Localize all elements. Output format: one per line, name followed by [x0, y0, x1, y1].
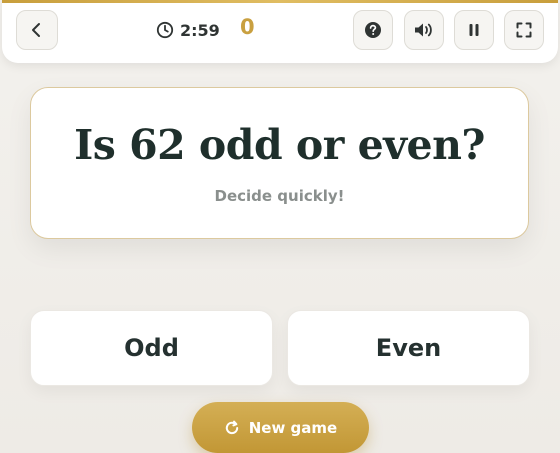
clock-icon: [156, 21, 174, 39]
expand-icon: [516, 22, 532, 38]
sound-button[interactable]: [404, 10, 444, 50]
back-button[interactable]: [16, 10, 58, 50]
odd-button[interactable]: Odd: [30, 310, 273, 386]
pause-button[interactable]: [454, 10, 494, 50]
question-hint: Decide quickly!: [214, 187, 345, 205]
top-bar: 2:59 0: [2, 0, 558, 63]
pause-icon: [469, 24, 479, 36]
score-value: 0: [240, 15, 255, 39]
question-circle-icon: [365, 22, 381, 38]
speaker-icon: [415, 23, 432, 37]
question-card: Is 62 odd or even? Decide quickly!: [30, 87, 529, 239]
new-game-button[interactable]: New game: [192, 402, 369, 453]
new-game-label: New game: [248, 418, 338, 437]
refresh-icon: [225, 420, 238, 434]
question-text: Is 62 odd or even?: [74, 121, 485, 169]
chevron-left-icon: [32, 23, 40, 37]
accent-strip: [2, 0, 558, 3]
timer: 2:59: [156, 18, 220, 42]
help-button[interactable]: [353, 10, 393, 50]
even-button[interactable]: Even: [287, 310, 530, 386]
game-screen: 2:59 0 Is 62 odd or even? Decide quickly…: [0, 0, 560, 453]
timer-value: 2:59: [180, 20, 220, 40]
fullscreen-button[interactable]: [504, 10, 544, 50]
